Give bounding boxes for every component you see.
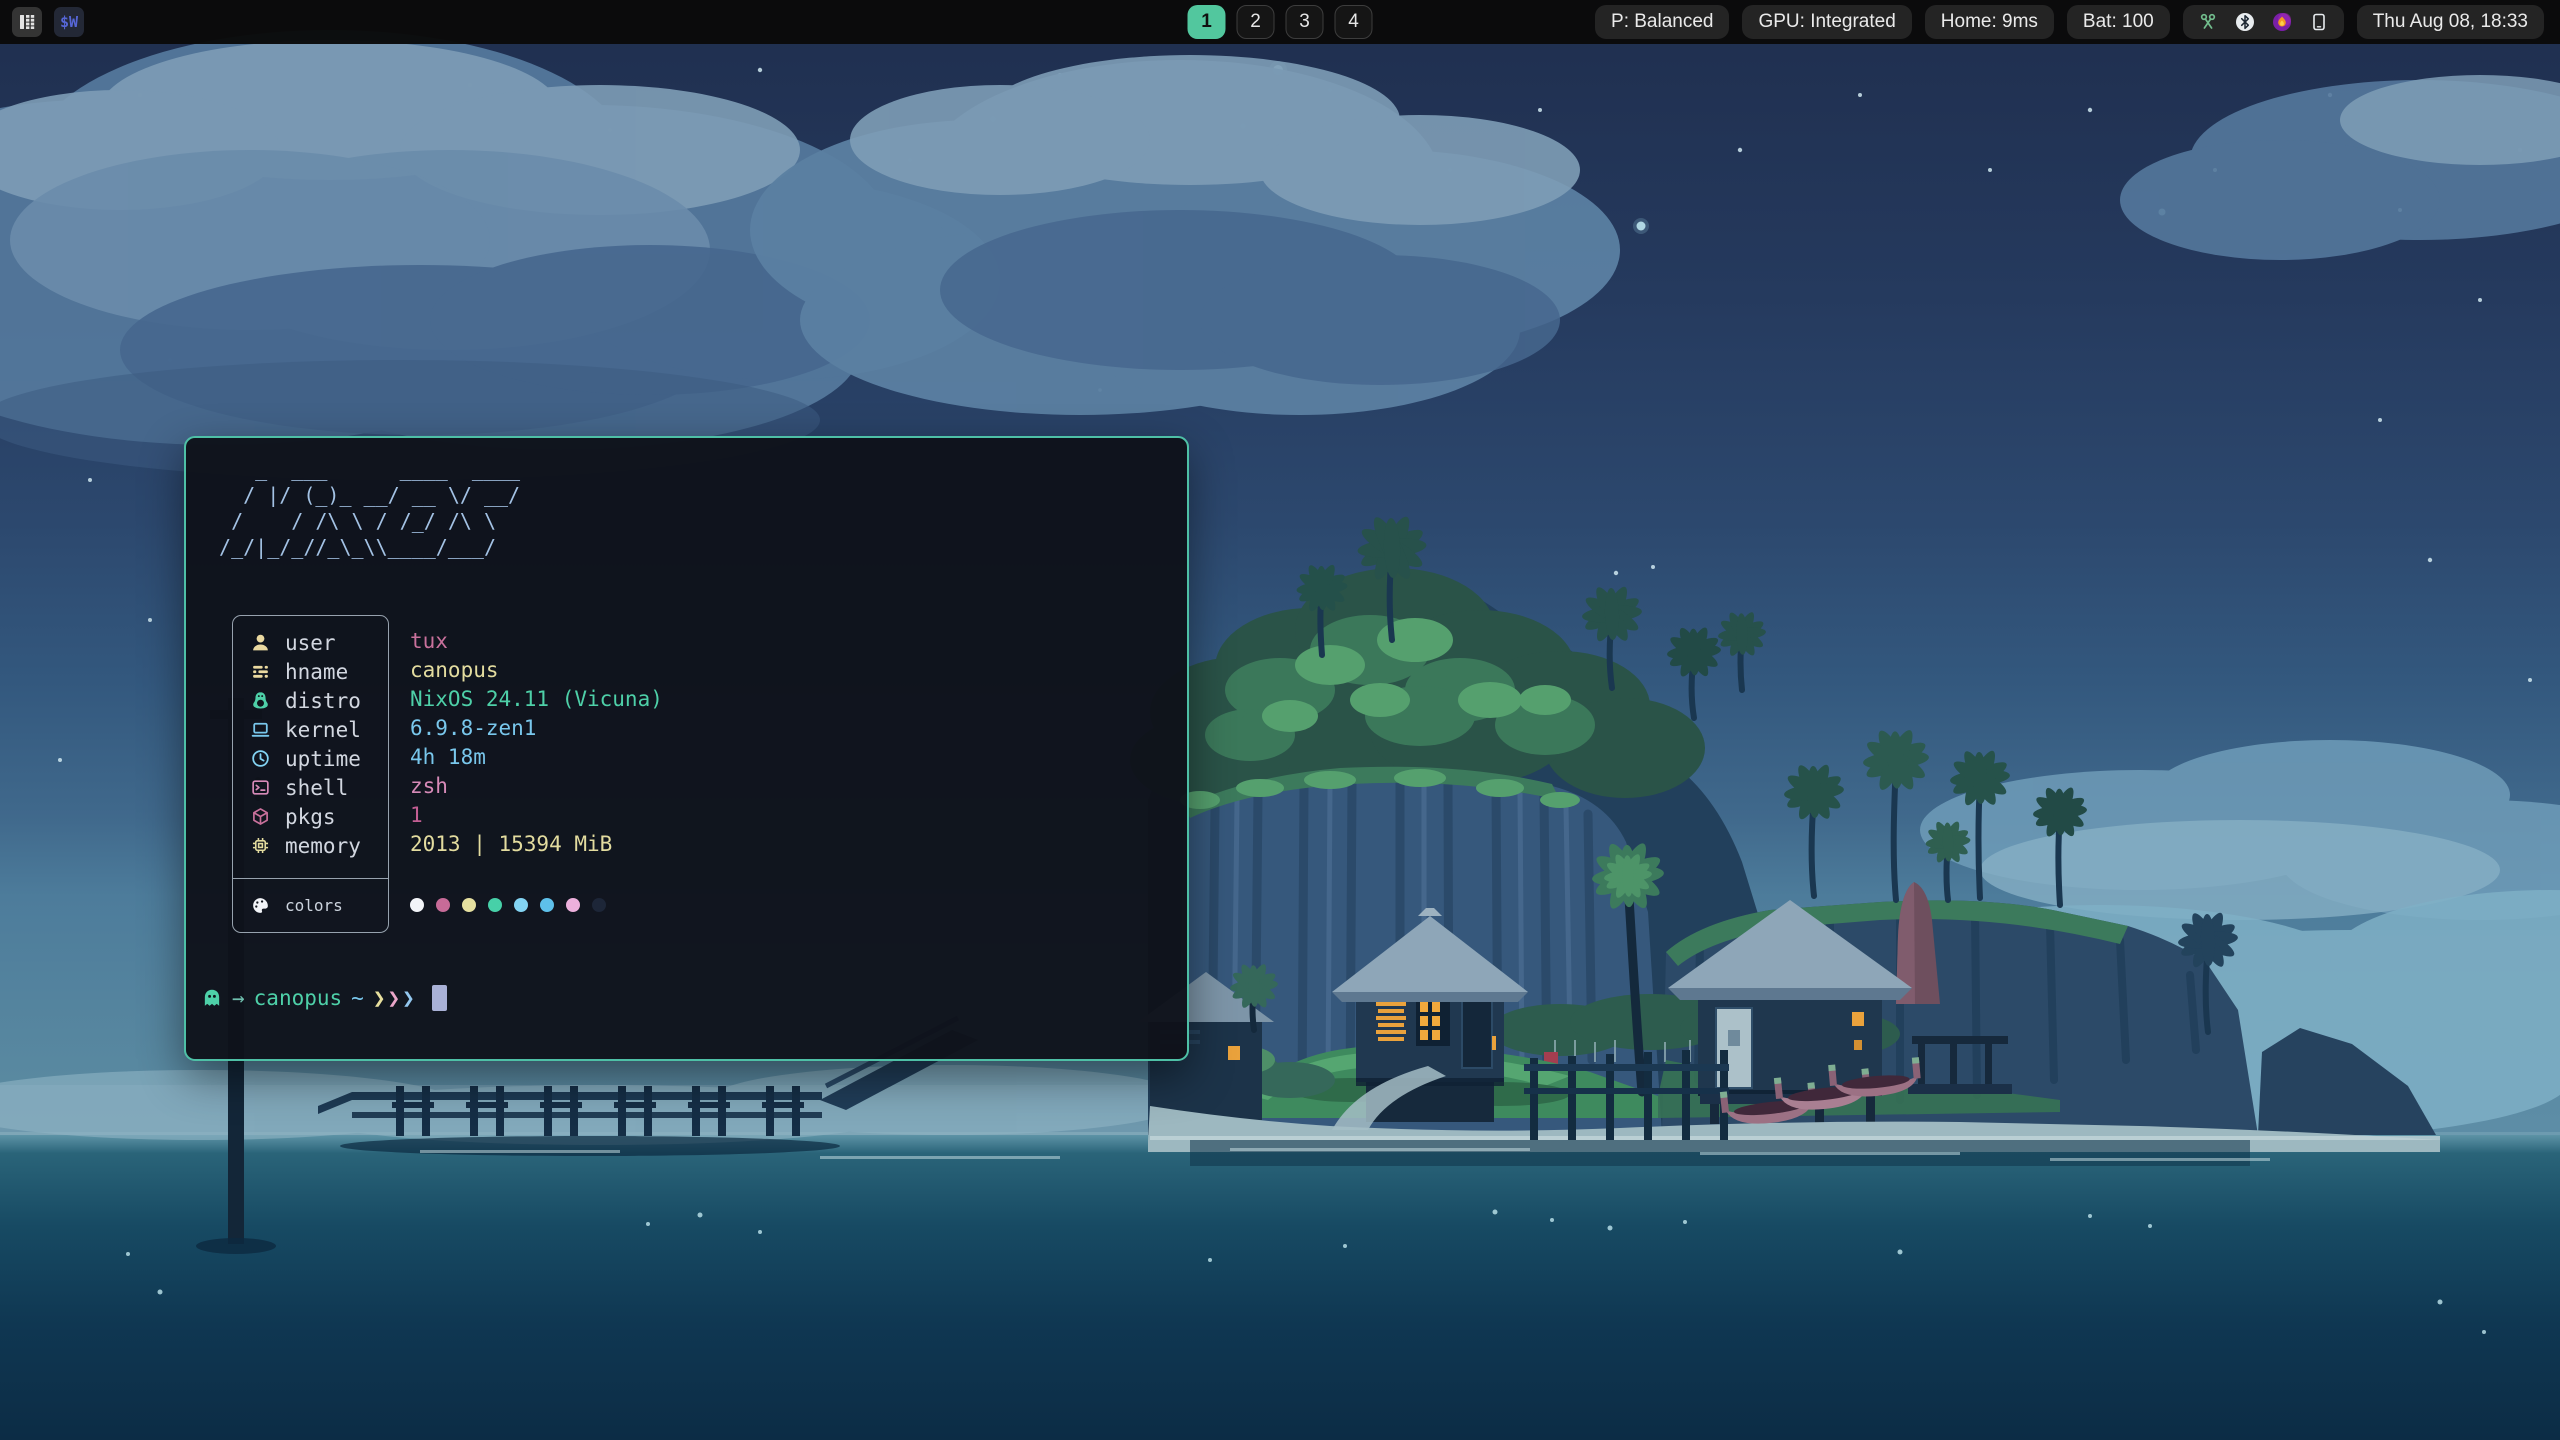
info-label: uptime [285, 747, 361, 771]
bar-left: $W [12, 7, 84, 37]
value-pkgs: 1 [410, 801, 663, 830]
color-swatch [488, 898, 502, 912]
user-icon [248, 632, 272, 654]
battery-pill[interactable]: Bat: 100 [2067, 5, 2170, 39]
scissors-icon[interactable] [2198, 12, 2218, 32]
terminal-color-swatches [410, 898, 606, 912]
clock-icon [248, 748, 272, 770]
info-label: hname [285, 660, 348, 684]
penguin-icon [248, 690, 272, 712]
info-label: user [285, 631, 336, 655]
info-label: shell [285, 776, 348, 800]
info-row-shell: shell [233, 773, 388, 802]
ascii-logo: _ ___ ____ ____ / |/ (_)_ __/ __ \/ __/ … [207, 456, 520, 560]
info-label: distro [285, 689, 361, 713]
bar-right: P: Balanced GPU: Integrated Home: 9ms Ba… [1595, 5, 2544, 39]
chevron-1: ❯ [373, 986, 387, 1010]
clock-pill[interactable]: Thu Aug 08, 18:33 [2357, 5, 2544, 39]
chevron-2: ❯ [387, 986, 401, 1010]
app-grid-icon [17, 12, 37, 32]
value-kernel: 6.9.8-zen1 [410, 714, 663, 743]
ghost-icon [201, 987, 223, 1009]
workspace-logo-button[interactable]: $W [54, 7, 84, 37]
value-shell: zsh [410, 772, 663, 801]
value-user: tux [410, 627, 663, 656]
hostname-icon [248, 661, 272, 683]
info-label: memory [285, 834, 361, 858]
workspace-switcher: 1 2 3 4 [1188, 5, 1373, 39]
info-label: kernel [285, 718, 361, 742]
prompt-arrow: → [232, 986, 245, 1010]
workspace-button-4[interactable]: 4 [1335, 5, 1373, 39]
phone-icon[interactable] [2309, 12, 2329, 32]
app-launcher-button[interactable] [12, 7, 42, 37]
package-icon [248, 806, 272, 828]
info-row-pkgs: pkgs [233, 802, 388, 831]
system-tray [2183, 5, 2344, 39]
info-row-uptime: uptime [233, 744, 388, 773]
color-swatch [592, 898, 606, 912]
color-swatch [462, 898, 476, 912]
color-swatch [436, 898, 450, 912]
workspace-button-1[interactable]: 1 [1188, 5, 1226, 39]
value-memory: 2013 | 15394 MiB [410, 830, 663, 859]
fetch-values: tux canopus NixOS 24.11 (Vicuna) 6.9.8-z… [410, 627, 663, 859]
info-row-distro: distro [233, 686, 388, 715]
info-label: colors [285, 896, 343, 915]
prompt-cwd: ~ [351, 986, 364, 1010]
info-row-memory: memory [233, 831, 388, 860]
workspace-button-2[interactable]: 2 [1237, 5, 1275, 39]
color-swatch [514, 898, 528, 912]
chevron-3: ❯ [402, 986, 416, 1010]
fetch-label-box: user hname [232, 615, 389, 933]
ping-pill[interactable]: Home: 9ms [1925, 5, 2054, 39]
palette-icon [248, 895, 272, 917]
value-uptime: 4h 18m [410, 743, 663, 772]
color-swatch [410, 898, 424, 912]
value-hname: canopus [410, 656, 663, 685]
bluetooth-icon[interactable] [2235, 12, 2255, 32]
flameshot-icon[interactable] [2272, 12, 2292, 32]
workspace-logo-label: $W [60, 13, 78, 31]
text-cursor [432, 985, 447, 1011]
ocean-details [126, 1140, 2486, 1334]
info-row-kernel: kernel [233, 715, 388, 744]
laptop-icon [248, 719, 272, 741]
terminal-window[interactable]: _ ___ ____ ____ / |/ (_)_ __/ __ \/ __/ … [184, 436, 1189, 1061]
color-swatch [566, 898, 580, 912]
prompt-chevrons: ❯ ❯ ❯ [373, 986, 416, 1010]
shell-prompt[interactable]: → canopus ~ ❯ ❯ ❯ [201, 984, 447, 1012]
prompt-host: canopus [254, 986, 343, 1010]
info-row-colors: colors [233, 879, 388, 932]
chip-icon [248, 835, 272, 857]
top-bar: $W 1 2 3 4 P: Balanced GPU: Integrated H… [0, 0, 2560, 44]
value-distro: NixOS 24.11 (Vicuna) [410, 685, 663, 714]
color-swatch [540, 898, 554, 912]
power-profile-pill[interactable]: P: Balanced [1595, 5, 1729, 39]
info-label: pkgs [285, 805, 336, 829]
info-row-hname: hname [233, 657, 388, 686]
info-row-user: user [233, 628, 388, 657]
workspace-button-3[interactable]: 3 [1286, 5, 1324, 39]
terminal-prompt-icon [248, 777, 272, 799]
desktop: $W 1 2 3 4 P: Balanced GPU: Integrated H… [0, 0, 2560, 1440]
gpu-pill[interactable]: GPU: Integrated [1742, 5, 1911, 39]
